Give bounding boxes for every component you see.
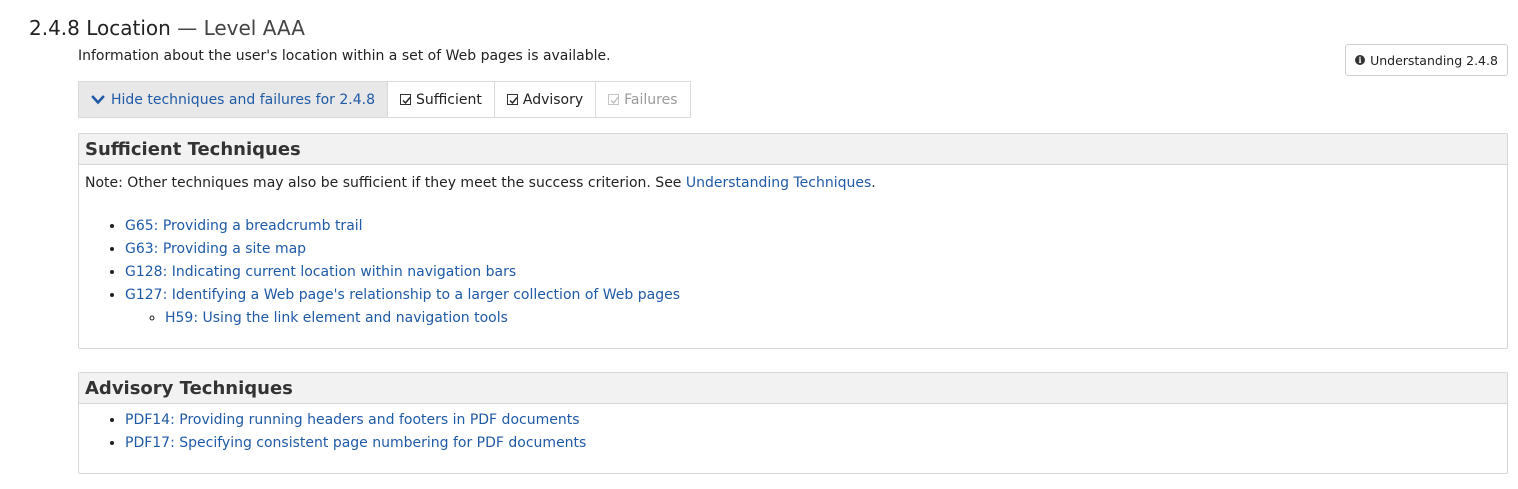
list-item: PDF14: Providing running headers and foo… (125, 409, 1501, 432)
filter-failures-label: Failures (624, 91, 678, 108)
list-item: G127: Identifying a Web page's relations… (125, 284, 1501, 330)
hide-techniques-toggle[interactable]: Hide techniques and failures for 2.4.8 (78, 81, 388, 118)
sufficient-techniques-title: Sufficient Techniques (85, 138, 301, 160)
criterion-level: Level AAA (203, 16, 305, 40)
chevron-down-icon (91, 94, 105, 104)
techniques-toolbar: Hide techniques and failures for 2.4.8 S… (78, 81, 691, 118)
advisory-techniques-body: PDF14: Providing running headers and foo… (79, 404, 1507, 465)
advisory-techniques-list: PDF14: Providing running headers and foo… (85, 409, 1501, 455)
sufficient-techniques-body: Note: Other techniques may also be suffi… (79, 165, 1507, 340)
sufficient-note-period: . (871, 175, 876, 191)
list-item: H59: Using the link element and navigati… (165, 307, 1501, 330)
criterion-name: Location (86, 16, 171, 40)
hide-techniques-label: Hide techniques and failures for 2.4.8 (111, 91, 375, 108)
sufficient-techniques-header: Sufficient Techniques (79, 134, 1507, 165)
technique-link-g127[interactable]: G127: Identifying a Web page's relations… (125, 287, 680, 303)
technique-link-g128[interactable]: G128: Indicating current location within… (125, 264, 516, 280)
filter-advisory-label: Advisory (522, 91, 584, 108)
list-item: G128: Indicating current location within… (125, 261, 1501, 284)
sufficient-techniques-list: G65: Providing a breadcrumb trail G63: P… (85, 215, 1501, 330)
criterion-description: Information about the user's location wi… (78, 48, 611, 64)
info-icon: i (1355, 55, 1366, 65)
criterion-separator: — (170, 16, 204, 40)
list-item: G65: Providing a breadcrumb trail (125, 215, 1501, 238)
sufficient-techniques-panel: Sufficient Techniques Note: Other techni… (78, 133, 1508, 349)
filter-advisory[interactable]: Advisory (494, 81, 597, 118)
filter-sufficient[interactable]: Sufficient (388, 81, 495, 118)
filter-sufficient-label: Sufficient (416, 91, 482, 108)
criterion-number: 2.4.8 (29, 16, 80, 40)
list-item: G63: Providing a site map (125, 238, 1501, 261)
understanding-techniques-link[interactable]: Understanding Techniques (686, 175, 871, 191)
technique-link-g65[interactable]: G65: Providing a breadcrumb trail (125, 218, 363, 234)
technique-link-g63[interactable]: G63: Providing a site map (125, 241, 306, 257)
filter-advisory-checkbox[interactable] (506, 94, 518, 105)
filter-failures: Failures (596, 81, 691, 118)
advisory-techniques-header: Advisory Techniques (79, 373, 1507, 404)
technique-link-pdf17[interactable]: PDF17: Specifying consistent page number… (125, 435, 586, 451)
sufficient-note: Note: Other techniques may also be suffi… (85, 173, 1501, 193)
understanding-button-label: Understanding 2.4.8 (1370, 52, 1498, 68)
advisory-techniques-title: Advisory Techniques (85, 377, 293, 399)
list-item: PDF17: Specifying consistent page number… (125, 432, 1501, 455)
advisory-techniques-panel: Advisory Techniques PDF14: Providing run… (78, 372, 1508, 474)
filter-sufficient-checkbox[interactable] (400, 94, 411, 105)
sufficient-techniques-sublist: H59: Using the link element and navigati… (125, 307, 1501, 330)
understanding-button[interactable]: i Understanding 2.4.8 (1345, 44, 1508, 76)
technique-link-h59[interactable]: H59: Using the link element and navigati… (165, 310, 508, 326)
technique-link-pdf14[interactable]: PDF14: Providing running headers and foo… (125, 412, 580, 428)
sufficient-note-text: Note: Other techniques may also be suffi… (85, 175, 686, 191)
filter-failures-checkbox (608, 94, 620, 105)
criterion-heading: 2.4.8 Location — Level AAA (29, 14, 305, 42)
